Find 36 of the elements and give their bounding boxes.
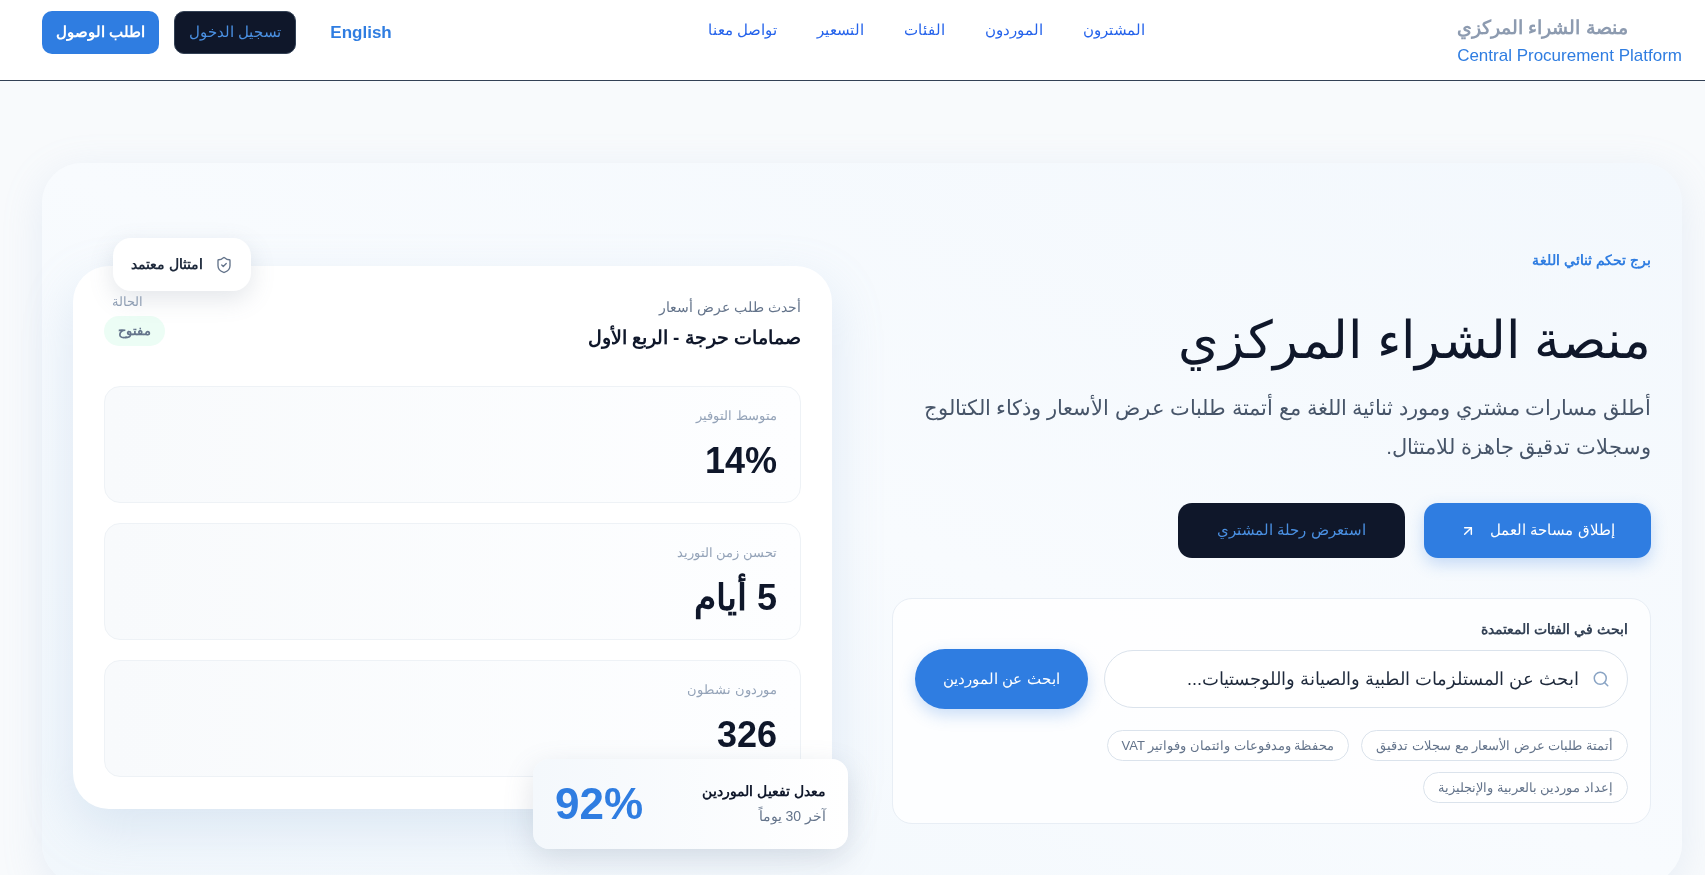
search-field[interactable]: ابحث عن المستلزمات الطبية والصيانة واللوجستيات... — [1104, 650, 1628, 708]
nav-link[interactable]: تواصل معنا — [707, 18, 778, 42]
launch-workspace-button[interactable]: إطلاق مساحة العمل — [1424, 503, 1651, 558]
shield-check-icon — [214, 255, 233, 274]
eyebrow-label: برج تحكم ثنائي اللغة — [1532, 251, 1651, 270]
rfq-title: صمامات حرجة - الربع الأول — [587, 326, 801, 350]
hero-description: أطلق مسارات مشتري ومورد ثنائية اللغة مع أتمتة طلبات عرض الأسعار وذكاء الكتالوج وسجلات تدقيق جاهزة للامتثال. — [922, 393, 1651, 462]
nav-link[interactable]: الموردون — [985, 18, 1044, 42]
search-icon — [1592, 670, 1610, 688]
activation-rate-period: آخر 30 يوماً — [758, 806, 826, 827]
brand-subtitle: Central Procurement Platform — [1457, 45, 1682, 67]
metric-label: متوسط التوفير — [696, 407, 777, 425]
metric-value: 14% — [704, 439, 777, 483]
compliance-label: امتثال معتمد — [131, 255, 203, 274]
login-button[interactable]: تسجيل الدخول — [174, 11, 297, 54]
rfq-caption: أحدث طلب عرض أسعار — [659, 298, 801, 316]
feature-chip: محفظة ومدفوعات وائتمان وفواتير VAT — [1106, 730, 1350, 761]
nav-link[interactable]: الفئات — [904, 18, 946, 42]
nav-link[interactable]: التسعير — [817, 18, 865, 42]
activation-rate-label: معدل تفعيل الموردين — [702, 782, 826, 802]
status-badge: مفتوح — [104, 316, 165, 346]
activation-rate-value: 92% — [555, 782, 644, 826]
metric-label: موردون نشطون — [687, 681, 777, 699]
brand-title: منصة الشراء المركزي — [1457, 15, 1628, 40]
hero-title: منصة الشراء المركزي — [1178, 310, 1651, 371]
search-suppliers-button[interactable]: ابحث عن الموردين — [915, 649, 1088, 709]
feature-chip: إعداد موردين بالعربية والإنجليزية — [1423, 772, 1628, 803]
language-button[interactable]: English — [326, 19, 396, 46]
nav-link[interactable]: المشترون — [1083, 18, 1146, 42]
buyer-journey-button[interactable]: استعرض رحلة المشتري — [1178, 503, 1405, 558]
search-panel-label: ابحث في الفئات المعتمدة — [1480, 620, 1628, 639]
metric-label: تحسن زمن التوريد — [676, 544, 777, 562]
request-access-button[interactable]: اطلب الوصول — [42, 11, 160, 54]
feature-chip: أتمتة طلبات عرض الأسعار مع سجلات تدقيق — [1361, 730, 1628, 761]
metric-value: 326 — [716, 713, 777, 757]
status-label: الحالة — [111, 294, 143, 310]
